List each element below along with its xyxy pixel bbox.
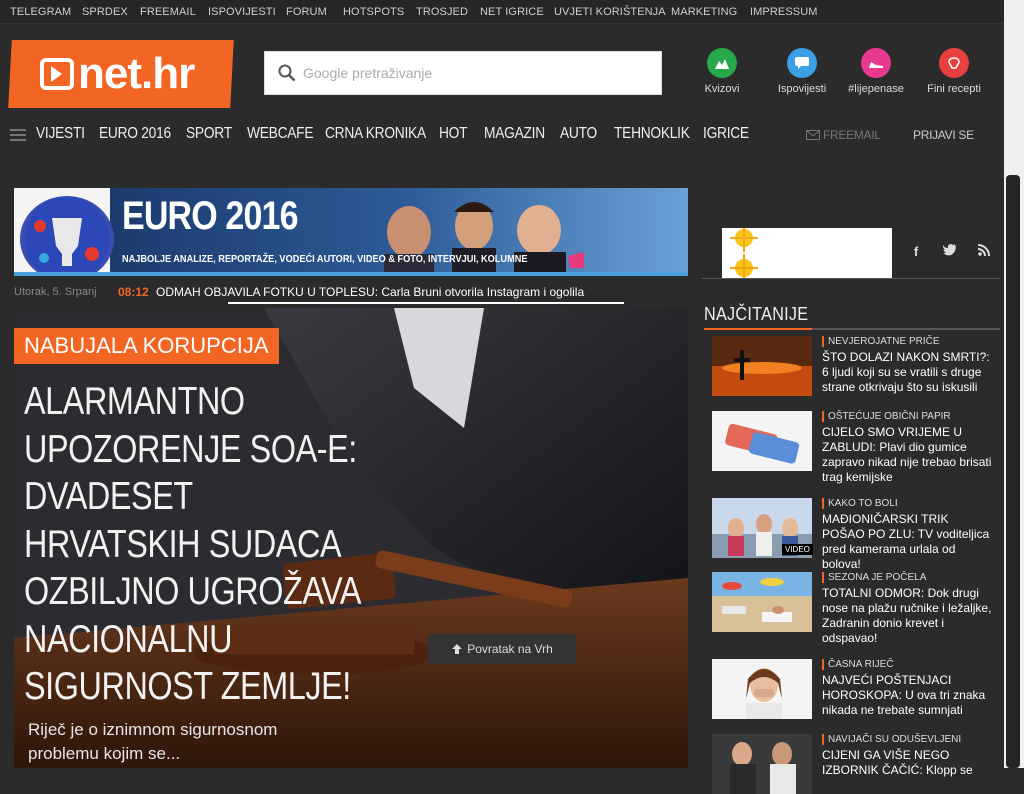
nav-item-magazin[interactable]: MAGAZIN <box>484 125 545 143</box>
sidebar-title: NAJČITANIJE <box>704 304 809 324</box>
topbar-link-trosjed[interactable]: TROSJED <box>416 6 468 18</box>
article-category: NEVJEROJATNE PRIČE <box>822 336 940 347</box>
topbar-link-uvjeti[interactable]: UVJETI KORIŠTENJA <box>554 6 666 18</box>
topbar-link-forum[interactable]: FORUM <box>286 6 327 18</box>
sidebar-title-accent <box>704 328 812 330</box>
menu-icon[interactable] <box>10 128 26 142</box>
euro-2016-banner[interactable]: EURO 2016 NAJBOLJE ANALIZE, REPORTAŽE, V… <box>14 188 688 276</box>
quick-link-ispovijesti[interactable]: Ispovijesti <box>762 48 842 95</box>
topbar-link-hotspots[interactable]: HOTSPOTS <box>343 6 404 18</box>
hero-headline[interactable]: ALARMANTNO UPOZORENJE SOA-E: DVADESET HR… <box>24 378 364 711</box>
topbar-link-sprdex[interactable]: SPRDEX <box>82 6 128 18</box>
sidebar-divider <box>702 278 1000 279</box>
rss-icon[interactable] <box>976 244 992 260</box>
article-title[interactable]: TOTALNI ODMOR: Dok drugi nose na plažu r… <box>822 586 994 646</box>
article-title[interactable]: CIJELO SMO VRIJEME U ZABLUDI: Plavi dio … <box>822 425 994 485</box>
nav-item-sport[interactable]: SPORT <box>186 125 232 143</box>
quick-link-lijepenase[interactable]: #lijepenase <box>836 48 916 95</box>
search-icon <box>278 64 296 82</box>
twitter-icon[interactable] <box>942 244 958 260</box>
search-input[interactable] <box>303 52 653 94</box>
article-thumbnail <box>712 734 812 794</box>
banner-title: EURO 2016 <box>122 194 299 238</box>
heel-icon <box>861 48 891 78</box>
page-scrollbar[interactable] <box>1004 0 1024 768</box>
article-title[interactable]: NAJVEĆI POŠTENJACI HOROSKOPA: U ova tri … <box>822 673 994 718</box>
quiz-icon <box>707 48 737 78</box>
nav-item-euro-2016[interactable]: EURO 2016 <box>99 125 171 143</box>
banner-stripe <box>14 272 688 276</box>
article-title[interactable]: CIJENI GA VIŠE NEGO IZBORNIK ČAČIĆ: Klop… <box>822 748 994 778</box>
article-thumbnail <box>712 336 812 396</box>
news-ticker[interactable]: Utorak, 5. Srpanj 08:12 ODMAH OBJAVILA F… <box>14 282 688 304</box>
article-category: ČASNA RIJEČ <box>822 659 894 670</box>
topbar-link-telegram[interactable]: TELEGRAM <box>10 6 71 18</box>
article-thumbnail <box>712 659 812 719</box>
nav-item-hot[interactable]: HOT <box>439 125 468 143</box>
topbar-link-ispovijesti[interactable]: ISPOVIJESTI <box>208 6 276 18</box>
login-link[interactable]: PRIJAVI SE <box>913 128 974 142</box>
arrow-up-icon <box>452 644 463 654</box>
back-to-top-button[interactable]: Povratak na Vrh <box>428 634 576 664</box>
nav-freemail[interactable]: FREEMAIL <box>823 128 881 142</box>
nav-item-vijesti[interactable]: VIJESTI <box>36 125 85 143</box>
quick-link-fini-recepti[interactable]: Fini recepti <box>914 48 994 95</box>
logo-text: net.hr <box>78 49 195 98</box>
article-thumbnail <box>712 411 812 471</box>
scrollbar-thumb[interactable] <box>1006 175 1020 768</box>
euro-trophy-logo <box>20 196 114 276</box>
nav-item-igrice[interactable]: IGRICE <box>703 125 749 143</box>
top-bar: TELEGRAM SPRDEX FREEMAIL ISPOVIJESTI FOR… <box>0 0 1004 24</box>
quick-link-label: Fini recepti <box>927 83 981 95</box>
topbar-link-impressum[interactable]: IMPRESSUM <box>750 6 818 18</box>
nav-item-tehnoklik[interactable]: TEHNOKLIK <box>614 125 690 143</box>
article-title[interactable]: MAĐIONIČARSKI TRIK POŠAO PO ZLU: TV vodi… <box>822 512 994 572</box>
header: net.hr Kvizovi Ispovijesti #lijepenase F… <box>0 24 1004 158</box>
mail-icon <box>806 130 820 140</box>
hero-lead: Riječ je o iznimnom sigurnosnom problemu… <box>28 720 278 763</box>
back-to-top-label: Povratak na Vrh <box>467 642 553 656</box>
chat-icon <box>787 48 817 78</box>
sun-ad-graphic <box>730 224 758 278</box>
quick-link-label: #lijepenase <box>848 83 904 95</box>
site-logo[interactable]: net.hr <box>8 40 234 108</box>
article-category: KAKO TO BOLI <box>822 498 898 509</box>
article-category: SEZONA JE POČELA <box>822 572 926 583</box>
hero-article[interactable]: NABUJALA KORUPCIJA ALARMANTNO UPOZORENJE… <box>14 308 688 768</box>
video-badge: VIDEO <box>782 544 813 555</box>
recipe-icon <box>939 48 969 78</box>
quick-link-label: Kvizovi <box>704 83 740 95</box>
nav-item-webcafe[interactable]: WEBCAFE <box>247 125 314 143</box>
article-category: OŠTEĆUJE OBIČNI PAPIR <box>822 411 951 422</box>
ticker-underline <box>228 302 624 304</box>
article-title[interactable]: ŠTO DOLAZI NAKON SMRTI?: 6 ljudi koji su… <box>822 350 994 395</box>
topbar-link-freemail[interactable]: FREEMAIL <box>140 6 196 18</box>
article-thumbnail <box>712 572 812 632</box>
ticker-date: Utorak, 5. Srpanj <box>14 286 97 298</box>
nav-item-auto[interactable]: AUTO <box>560 125 597 143</box>
quick-link-kvizovi[interactable]: Kvizovi <box>682 48 762 95</box>
facebook-icon[interactable]: f <box>908 244 924 260</box>
topbar-link-marketing[interactable]: MARKETING <box>671 6 737 18</box>
main-content: EURO 2016 NAJBOLJE ANALIZE, REPORTAŽE, V… <box>0 158 1004 794</box>
main-nav: VIJESTI EURO 2016 SPORT WEBCAFE CRNA KRO… <box>0 120 1004 152</box>
ticker-time: 08:12 <box>118 285 149 299</box>
topbar-link-net-igrice[interactable]: NET IGRICE <box>480 6 544 18</box>
quick-link-label: Ispovijesti <box>777 83 827 95</box>
search-box[interactable] <box>264 51 662 95</box>
banner-subtitle: NAJBOLJE ANALIZE, REPORTAŽE, VODEĆI AUTO… <box>122 254 528 265</box>
article-category: NAVIJAČI SU ODUŠEVLJENI <box>822 734 961 745</box>
logo-arrow-icon <box>40 58 74 90</box>
hero-category-tag[interactable]: NABUJALA KORUPCIJA <box>14 328 279 364</box>
ticker-headline[interactable]: ODMAH OBJAVILA FOTKU U TOPLESU: Carla Br… <box>156 285 584 299</box>
nav-item-crna-kronika[interactable]: CRNA KRONIKA <box>325 125 426 143</box>
sidebar-ad[interactable] <box>722 224 892 278</box>
